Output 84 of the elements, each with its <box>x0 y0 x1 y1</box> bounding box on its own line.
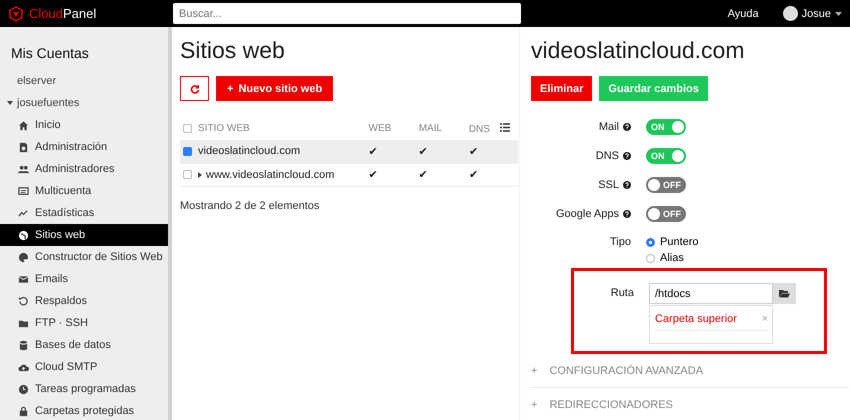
refresh-icon[interactable] <box>190 84 200 94</box>
sidebar-item[interactable]: Sitios web <box>0 224 168 246</box>
toggle-switch[interactable]: OFF <box>646 176 686 192</box>
sidebar-item[interactable]: Estadísticas <box>0 202 168 224</box>
column-header: SITIO WEB <box>198 123 250 134</box>
logo-icon <box>8 6 24 22</box>
toggle-switch[interactable]: OFF <box>646 206 686 222</box>
field-label: DNS <box>596 150 619 162</box>
sidebar-item[interactable]: Constructor de Sitios Web <box>0 246 168 268</box>
help-icon[interactable] <box>623 152 631 160</box>
sidebar-item[interactable]: Administradores <box>0 158 168 180</box>
table-cell: ✔ <box>368 146 378 158</box>
help-icon[interactable] <box>623 210 631 218</box>
cloud-upload-icon <box>18 362 29 372</box>
column-header: MAIL <box>418 123 442 134</box>
path-field[interactable]: /htdocs <box>649 283 773 304</box>
sidebar-item[interactable]: Tareas programadas <box>0 378 168 400</box>
database-icon <box>18 340 29 350</box>
row-checkbox[interactable] <box>183 170 192 180</box>
folder-button[interactable] <box>773 283 796 304</box>
monitor-icon <box>18 186 29 196</box>
search-field[interactable]: Buscar... <box>173 3 521 24</box>
expand-icon[interactable] <box>198 172 202 178</box>
sidebar-item[interactable]: Bases de datos <box>0 334 168 356</box>
sidebar-item[interactable]: Emails <box>0 268 168 290</box>
sidebar-item[interactable]: Inicio <box>0 114 168 136</box>
section-header[interactable]: + REDIRECCIONADORES <box>531 388 849 420</box>
sidebar-title: Mis Cuentas <box>10 45 90 61</box>
clock-icon <box>18 384 29 394</box>
site-title: videoslatincloud.com <box>531 37 746 64</box>
list-icon[interactable] <box>500 122 510 132</box>
table-cell: ✔ <box>468 146 478 158</box>
table-cell: videoslatincloud.com <box>198 145 300 158</box>
radio-icon[interactable] <box>646 254 655 262</box>
document-icon <box>18 142 29 152</box>
table-cell: ✔ <box>418 146 428 158</box>
field-label: Google Apps <box>556 208 619 220</box>
column-header: DNS <box>468 124 490 134</box>
radio-option[interactable]: Alias <box>646 252 699 264</box>
page-title: Sitios web <box>180 37 286 64</box>
restore-icon <box>18 296 29 306</box>
home-icon <box>18 120 29 130</box>
folder-icon[interactable] <box>779 289 790 298</box>
field-label: Mail <box>598 120 619 132</box>
radio-option[interactable]: Puntero <box>646 236 699 248</box>
row-checkbox[interactable] <box>183 146 192 156</box>
column-header: WEB <box>368 123 392 134</box>
field-label: SSL <box>598 178 619 190</box>
table-row[interactable]: www.videoslatincloud.com ✔ ✔ ✔ <box>180 163 518 186</box>
table-cell: ✔ <box>468 169 478 181</box>
account-item[interactable]: elserver <box>17 75 56 87</box>
suggestion-item[interactable]: Carpeta superior <box>655 313 737 325</box>
help-link[interactable]: Ayuda <box>728 8 759 20</box>
refresh-button[interactable] <box>180 76 209 101</box>
palette-icon <box>18 252 29 262</box>
lock-icon <box>18 406 29 416</box>
user-menu[interactable]: Josue <box>802 8 831 20</box>
table-cell: ✔ <box>368 169 378 181</box>
logo-text: CloudPanel <box>29 6 96 21</box>
delete-button[interactable]: Eliminar <box>531 76 592 101</box>
table-cell: ✔ <box>418 169 428 181</box>
mail-icon <box>18 274 29 284</box>
help-icon[interactable] <box>623 122 631 130</box>
help-icon[interactable] <box>623 180 631 188</box>
sidebar-item[interactable]: Multicuenta <box>0 180 168 202</box>
field-label: Tipo <box>610 236 631 248</box>
sidebar-item[interactable]: Administración <box>0 136 168 158</box>
caret-icon[interactable] <box>835 12 842 16</box>
avatar-icon[interactable] <box>782 6 798 21</box>
field-label: Ruta <box>610 287 634 299</box>
trend-icon <box>18 208 29 218</box>
table-cell: www.videoslatincloud.com <box>206 168 334 180</box>
account-item[interactable]: josuefuentes <box>17 97 80 109</box>
sidebar-item[interactable]: Respaldos <box>0 290 168 312</box>
caret-icon[interactable] <box>7 101 13 105</box>
new-site-button[interactable]: + Nuevo sitio web <box>216 76 334 101</box>
radio-icon[interactable] <box>646 238 655 246</box>
select-all-checkbox[interactable] <box>183 124 192 133</box>
section-header[interactable]: + CONFIGURACIÓN AVANZADA <box>531 354 849 388</box>
pagination-info: Mostrando 2 de 2 elementos <box>180 200 320 212</box>
sidebar-item[interactable]: Carpetas protegidas <box>0 400 168 420</box>
sidebar-item[interactable]: FTP · SSH <box>0 312 168 334</box>
sidebar-item[interactable]: Cloud SMTP <box>0 356 168 378</box>
people-icon <box>18 164 29 174</box>
